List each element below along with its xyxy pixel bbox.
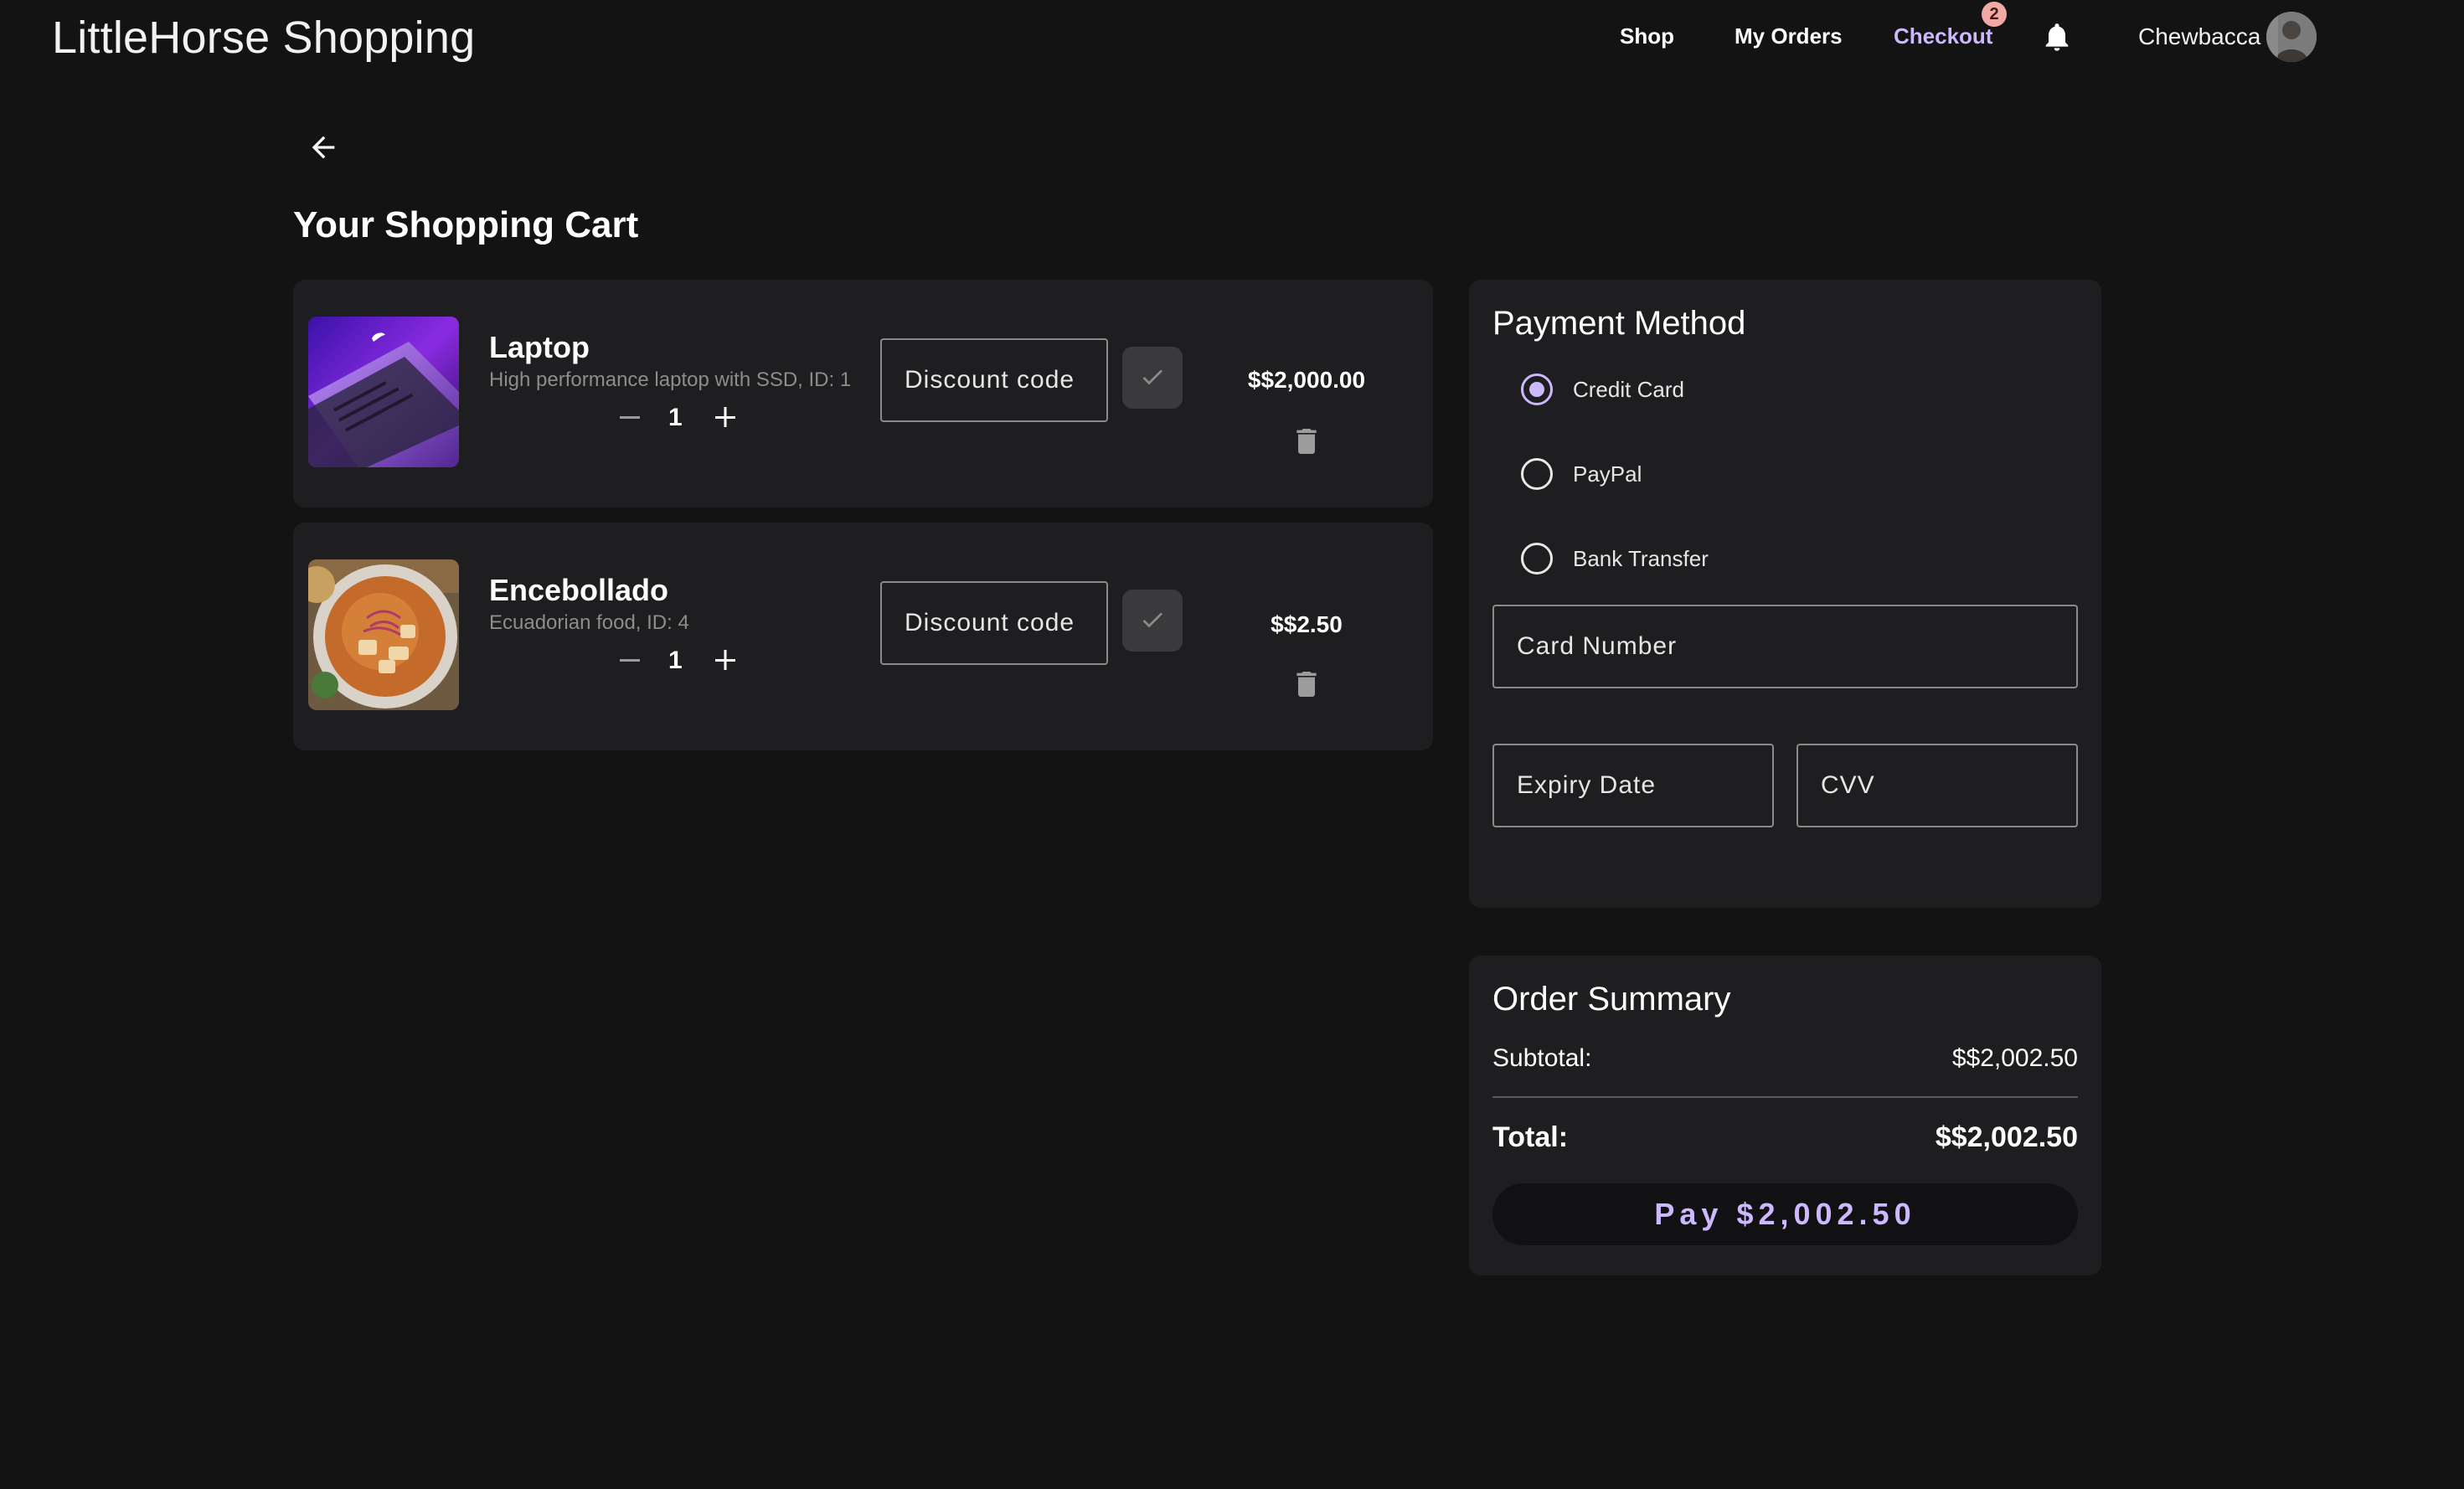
- product-description: Ecuadorian food, ID: 4: [489, 611, 689, 634]
- radio-label: PayPal: [1573, 461, 1642, 487]
- plus-icon[interactable]: [710, 402, 740, 432]
- check-icon: [1142, 612, 1162, 628]
- product-image-encebollado: [308, 559, 459, 710]
- minus-icon[interactable]: [615, 402, 645, 432]
- divider: [1492, 1096, 2078, 1098]
- minus-icon[interactable]: [615, 645, 645, 675]
- subtotal-value: $$2,002.50: [1951, 1044, 2078, 1072]
- quantity-value: 1: [668, 404, 683, 431]
- order-summary-panel: Order Summary Subtotal: $$2,002.50 Total…: [1469, 956, 2101, 1275]
- total-label: Total:: [1492, 1121, 1569, 1153]
- cart-item: Encebollado Ecuadorian food, ID: 4 1 $$2…: [293, 523, 1433, 750]
- cart-item: Laptop High performance laptop with SSD,…: [293, 280, 1433, 507]
- radio-selected-icon[interactable]: [1521, 374, 1553, 405]
- avatar[interactable]: [2266, 12, 2317, 62]
- payment-method-title: Payment Method: [1492, 305, 1746, 342]
- radio-unselected-icon[interactable]: [1521, 543, 1553, 574]
- discount-code-input[interactable]: [880, 338, 1108, 422]
- product-name: Laptop: [489, 330, 590, 364]
- radio-label: Bank Transfer: [1573, 546, 1709, 571]
- pay-button[interactable]: Pay $2,002.50: [1492, 1183, 2078, 1245]
- user-name[interactable]: Chewbacca: [2138, 23, 2260, 50]
- payment-method-panel: Payment Method Credit Card PayPal Bank T…: [1469, 280, 2101, 908]
- trash-icon[interactable]: [1290, 424, 1323, 459]
- back-arrow-icon[interactable]: [307, 131, 340, 164]
- bell-icon[interactable]: [2040, 20, 2074, 54]
- discount-code-input[interactable]: [880, 581, 1108, 665]
- item-price: $$2,000.00: [1247, 367, 1366, 393]
- app-header: LittleHorse Shopping Shop My Orders Chec…: [0, 0, 2464, 75]
- trash-icon[interactable]: [1290, 667, 1323, 702]
- apply-discount-button[interactable]: [1122, 347, 1183, 409]
- product-description: High performance laptop with SSD, ID: 1: [489, 368, 852, 391]
- expiry-date-field[interactable]: [1492, 744, 1774, 827]
- radio-label: Credit Card: [1573, 377, 1684, 402]
- radio-unselected-icon[interactable]: [1521, 458, 1553, 490]
- subtotal-label: Subtotal:: [1492, 1044, 1592, 1072]
- item-price: $$2.50: [1271, 611, 1343, 637]
- check-icon: [1142, 369, 1162, 385]
- order-summary-title: Order Summary: [1492, 981, 1731, 1018]
- apply-discount-button[interactable]: [1122, 590, 1183, 652]
- total-value: $$2,002.50: [1935, 1121, 2078, 1153]
- product-image-laptop: [308, 317, 459, 467]
- plus-icon[interactable]: [710, 645, 740, 675]
- page-title: Your Shopping Cart: [293, 204, 639, 245]
- product-name: Encebollado: [489, 573, 669, 607]
- nav-my-orders[interactable]: My Orders: [1735, 23, 1843, 49]
- quantity-value: 1: [668, 647, 683, 674]
- nav-shop[interactable]: Shop: [1620, 23, 1674, 49]
- brand-title[interactable]: LittleHorse Shopping: [52, 12, 475, 64]
- checkout-count-badge: 2: [1982, 2, 2007, 27]
- nav-checkout[interactable]: Checkout: [1894, 23, 1992, 49]
- cvv-field[interactable]: [1796, 744, 2078, 827]
- card-number-field[interactable]: [1492, 605, 2078, 688]
